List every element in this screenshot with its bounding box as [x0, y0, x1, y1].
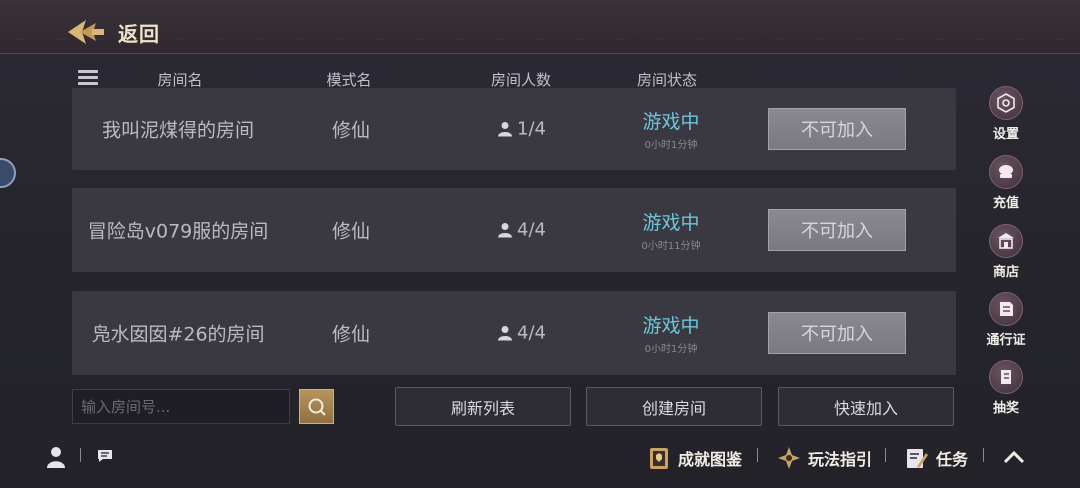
room-name: 凫水囡囡#26的房间 [91, 323, 265, 346]
separator [757, 448, 758, 462]
user-icon[interactable] [46, 446, 66, 468]
room-status: 游戏中 0小时1分钟 [642, 107, 699, 151]
guide-button[interactable]: 玩法指引 [776, 444, 872, 472]
achievements-label: 成就图鉴 [678, 450, 743, 469]
status-text: 游戏中 [642, 212, 700, 234]
menu-icon[interactable] [78, 70, 98, 86]
side-label: 抽奖 [992, 401, 1019, 416]
pass-icon [989, 292, 1023, 326]
settings-icon [989, 86, 1023, 120]
side-label: 商店 [992, 265, 1019, 280]
room-row[interactable]: 我叫泥煤得的房间 修仙 1/4 游戏中 0小时1分钟 不可加入 [72, 88, 956, 170]
side-label: 设置 [992, 127, 1019, 142]
separator [983, 448, 984, 462]
achievements-button[interactable]: 成就图鉴 [646, 444, 742, 472]
chevron-up-icon[interactable] [1002, 448, 1026, 466]
guide-icon [778, 447, 800, 469]
status-duration: 0小时1分钟 [644, 344, 698, 355]
guide-label: 玩法指引 [808, 450, 873, 469]
mode-name: 修仙 [331, 323, 371, 346]
room-status: 游戏中 0小时11分钟 [641, 208, 700, 252]
header-player-count: 房间人数 [490, 71, 552, 89]
person-icon [498, 223, 513, 238]
quick-join-button[interactable]: 快速加入 [778, 387, 954, 426]
header-room-status: 房间状态 [636, 71, 698, 89]
back-label: 返回 [118, 21, 160, 46]
room-status: 游戏中 0小时1分钟 [642, 311, 699, 355]
join-button[interactable]: 不可加入 [768, 108, 906, 150]
player-count-value: 1/4 [517, 118, 546, 140]
recharge-icon [989, 155, 1023, 189]
room-name: 冒险岛v079服的房间 [87, 220, 269, 243]
chat-icon[interactable] [96, 448, 114, 464]
player-count-value: 4/4 [517, 322, 546, 344]
status-duration: 0小时1分钟 [644, 140, 698, 151]
room-row[interactable]: 冒险岛v079服的房间 修仙 4/4 游戏中 0小时11分钟 不可加入 [72, 188, 956, 272]
side-item-shop[interactable]: 商店 [982, 224, 1030, 280]
side-label: 通行证 [986, 333, 1026, 348]
lottery-icon [989, 360, 1023, 394]
separator [80, 448, 81, 462]
search-icon [308, 398, 326, 416]
search-button[interactable] [299, 389, 334, 424]
player-count-value: 4/4 [517, 219, 546, 241]
refresh-list-button[interactable]: 刷新列表 [395, 387, 571, 426]
mode-name: 修仙 [331, 119, 371, 142]
player-count: 1/4 [498, 119, 546, 140]
bottom-bar: 成就图鉴 玩法指引 任务 [0, 440, 1080, 488]
join-button[interactable]: 不可加入 [768, 312, 906, 354]
header-mode-name: 模式名 [326, 71, 372, 89]
side-item-recharge[interactable]: 充值 [982, 155, 1030, 211]
player-count: 4/4 [498, 220, 546, 241]
room-row[interactable]: 凫水囡囡#26的房间 修仙 4/4 游戏中 0小时1分钟 不可加入 [72, 291, 956, 375]
join-button[interactable]: 不可加入 [768, 209, 906, 251]
shop-icon [989, 224, 1023, 258]
person-icon [498, 122, 513, 137]
status-text: 游戏中 [642, 315, 700, 337]
mode-name: 修仙 [331, 220, 371, 243]
create-room-button[interactable]: 创建房间 [586, 387, 762, 426]
room-number-input[interactable] [72, 389, 290, 424]
side-item-lottery[interactable]: 抽奖 [982, 360, 1030, 416]
top-bar: 返回 [0, 0, 1080, 54]
side-item-settings[interactable]: 设置 [982, 86, 1030, 142]
player-count: 4/4 [498, 323, 546, 344]
status-text: 游戏中 [642, 111, 700, 133]
back-button[interactable]: 返回 [66, 16, 176, 48]
floating-ball-icon[interactable] [0, 158, 16, 188]
side-label: 充值 [992, 196, 1019, 211]
separator [885, 448, 886, 462]
achievement-book-icon [650, 448, 668, 469]
room-name: 我叫泥煤得的房间 [101, 119, 255, 142]
tasks-icon [907, 449, 928, 468]
status-duration: 0小时11分钟 [641, 241, 701, 252]
person-icon [498, 326, 513, 341]
tasks-label: 任务 [936, 450, 969, 469]
side-item-pass[interactable]: 通行证 [982, 292, 1030, 348]
tasks-button[interactable]: 任务 [904, 444, 968, 472]
back-arrow-icon [68, 20, 104, 44]
header-room-name: 房间名 [157, 71, 203, 89]
